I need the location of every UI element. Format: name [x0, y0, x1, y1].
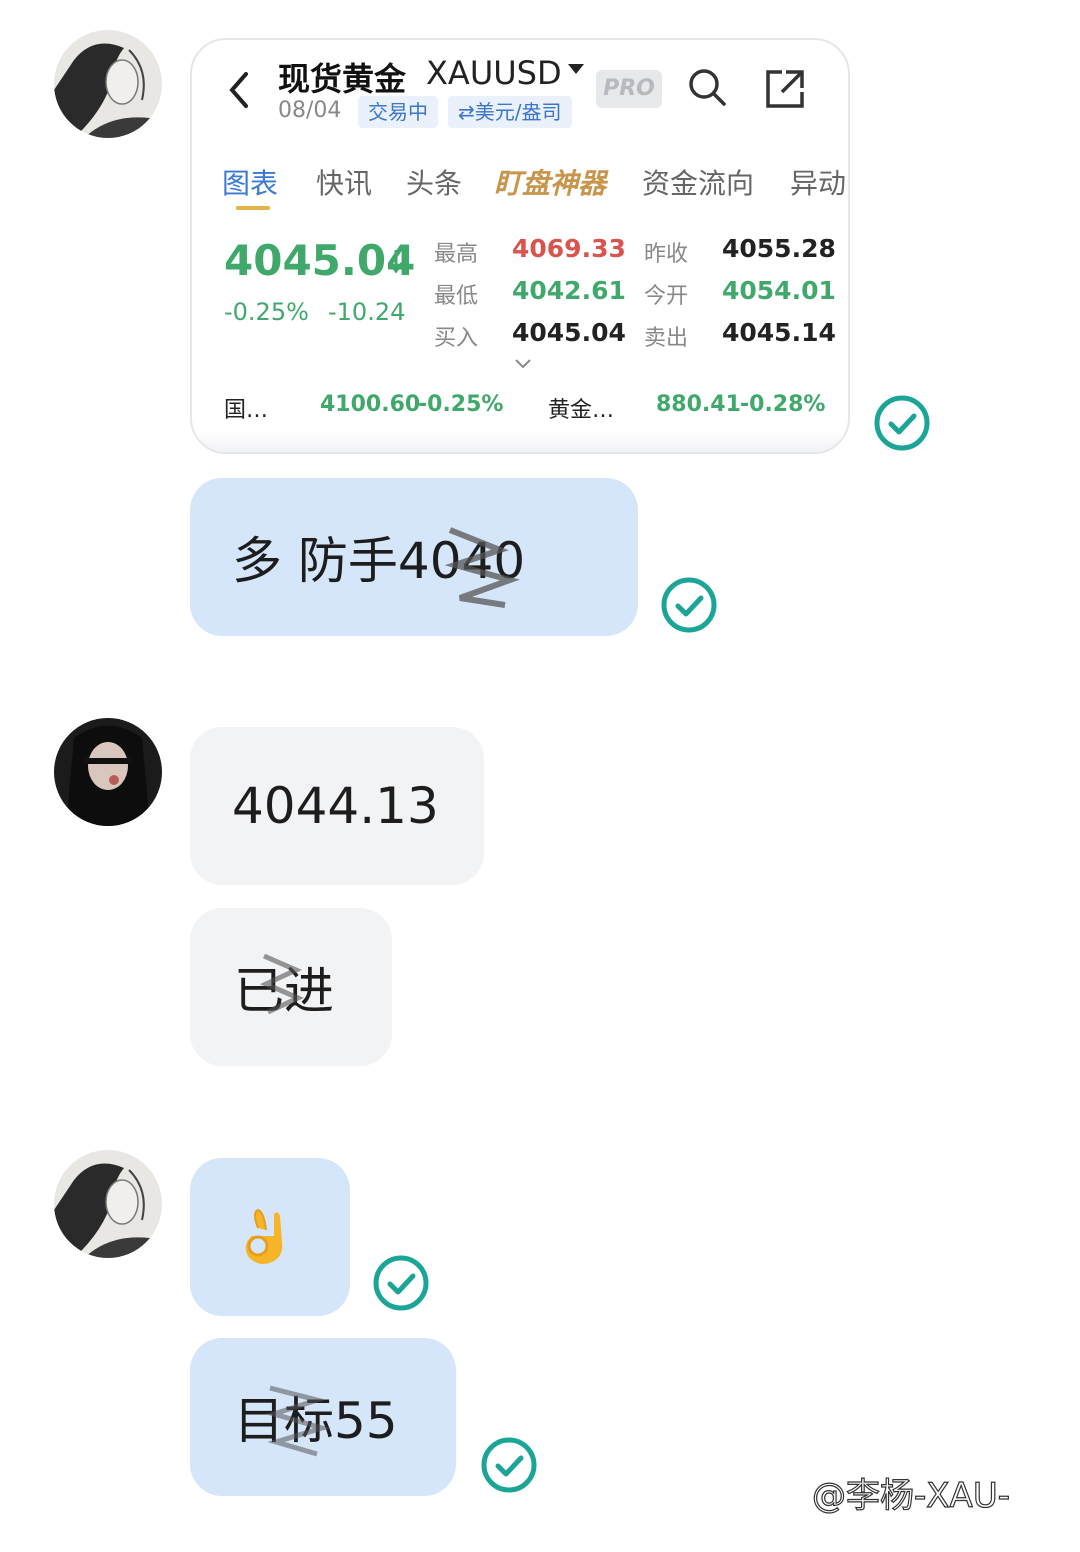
read-check-icon	[481, 1437, 537, 1493]
tab-headlines[interactable]: 头条	[406, 162, 462, 202]
read-check-icon	[661, 577, 717, 633]
ask-label: 卖出	[644, 326, 689, 351]
related-change: -0.25%	[418, 392, 504, 417]
contact-avatar[interactable]	[54, 718, 162, 826]
tab-watch-tool[interactable]: 盯盘神器	[494, 162, 606, 202]
currency-unit-badge[interactable]: ⇄美元/盎司	[448, 96, 572, 128]
tab-flash-news[interactable]: 快讯	[316, 162, 372, 202]
related-name[interactable]: 黄金…	[548, 392, 614, 424]
tab-fund-flow[interactable]: 资金流向	[642, 162, 754, 202]
scribble-redaction	[265, 1385, 331, 1457]
my-avatar[interactable]	[54, 1150, 162, 1258]
read-check-icon	[874, 395, 930, 451]
back-arrow-icon[interactable]	[226, 70, 252, 110]
down-arrow-icon	[388, 250, 404, 274]
bid-value: 4045.04	[512, 318, 626, 347]
open-label: 今开	[644, 284, 689, 309]
scribble-redaction	[259, 953, 305, 1015]
message-bubble[interactable]: 多 防手4040	[190, 478, 638, 636]
prev-close-label: 昨收	[644, 242, 689, 267]
instrument-title: 现货黄金	[278, 60, 407, 98]
pro-badge[interactable]: PRO	[596, 70, 662, 108]
chevron-down-icon[interactable]	[568, 64, 584, 74]
change-amount: -10.24	[328, 298, 406, 326]
active-tab-indicator	[236, 206, 270, 210]
share-icon[interactable]	[764, 68, 806, 110]
tab-chart[interactable]: 图表	[222, 162, 278, 202]
scribble-redaction	[444, 527, 520, 608]
related-value: 4100.60	[320, 392, 421, 417]
open-value: 4054.01	[722, 276, 836, 305]
bid-label: 买入	[434, 326, 479, 351]
ask-value: 4045.14	[722, 318, 836, 347]
message-bubble[interactable]: 4044.13	[190, 727, 484, 885]
related-name[interactable]: 国…	[224, 392, 268, 424]
low-label: 最低	[434, 284, 479, 309]
related-change: -0.28%	[740, 392, 826, 417]
tab-anomaly[interactable]: 异动	[790, 162, 846, 202]
change-percent: -0.25%	[224, 298, 309, 326]
card-bottom-edge	[192, 432, 848, 452]
prev-close-value: 4055.28	[722, 234, 836, 263]
read-check-icon	[373, 1255, 429, 1311]
watermark: @李杨-XAU-	[811, 1475, 1010, 1516]
low-value: 4042.61	[512, 276, 626, 305]
message-text: 4044.13	[232, 777, 439, 835]
message-bubble[interactable]: 👌	[190, 1158, 350, 1316]
related-value: 880.41	[656, 392, 741, 417]
trading-status-badge: 交易中	[358, 96, 438, 128]
search-icon[interactable]	[686, 66, 728, 108]
instrument-symbol[interactable]: XAUUSD	[426, 54, 562, 92]
high-value: 4069.33	[512, 234, 626, 263]
last-price: 4045.04	[224, 236, 416, 285]
expand-chevron-icon[interactable]	[514, 358, 532, 370]
my-avatar[interactable]	[54, 30, 162, 138]
ok-hand-emoji-icon: 👌	[245, 1208, 283, 1264]
gold-quote-card[interactable]: 现货黄金 XAUUSD PRO 08/04 交易中 ⇄美元/盎司 图表 快讯 头…	[190, 38, 850, 454]
quote-date: 08/04	[278, 98, 342, 123]
high-label: 最高	[434, 242, 479, 267]
